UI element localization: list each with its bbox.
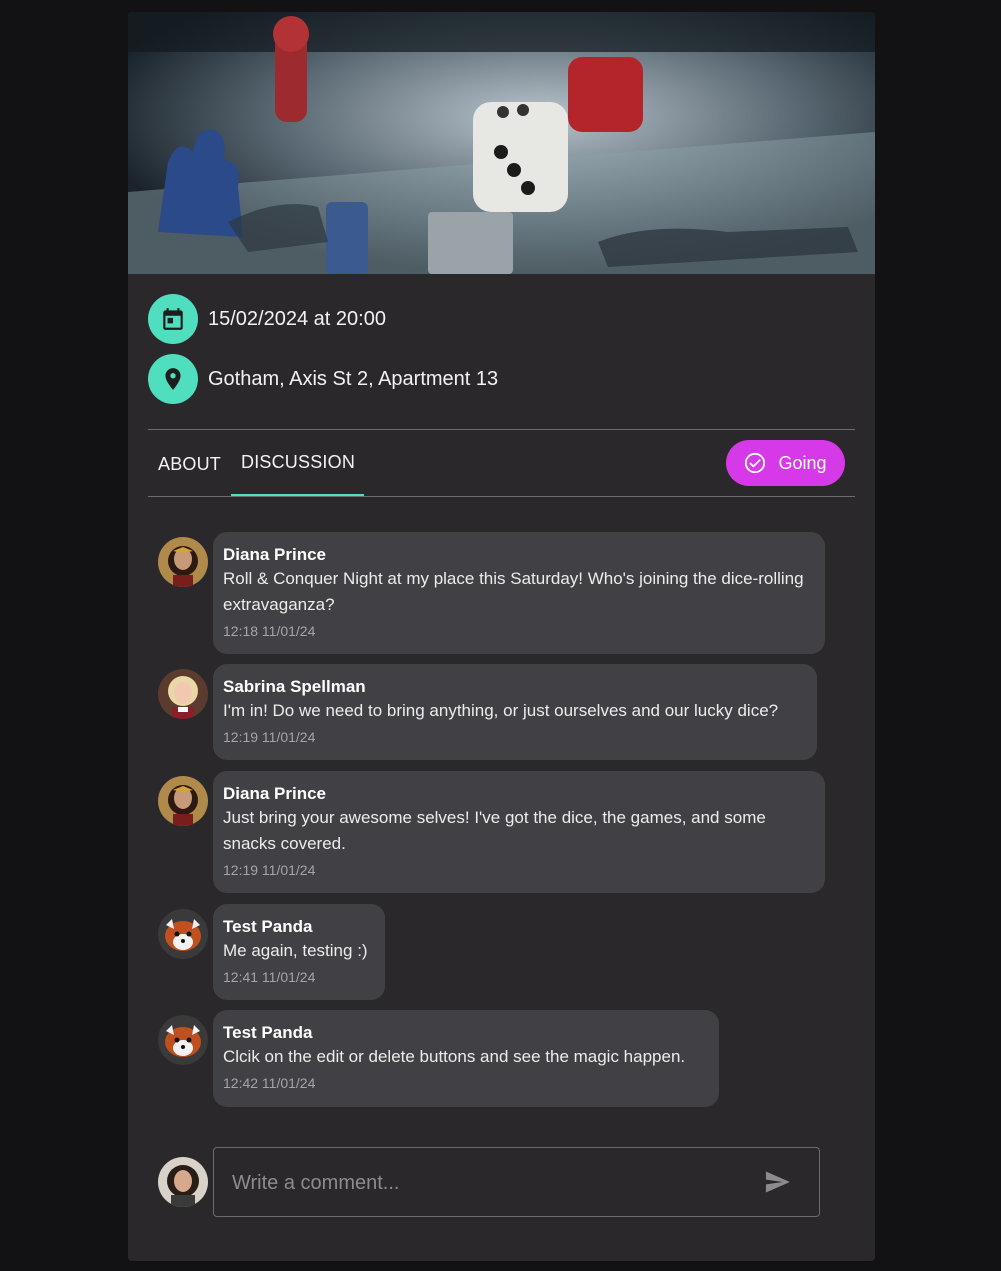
event-date-row: 15/02/2024 at 20:00 [148, 294, 386, 344]
comment-author[interactable]: Test Panda [223, 916, 375, 938]
comment-author[interactable]: Diana Prince [223, 783, 815, 805]
comment-timestamp: 12:19 11/01/24 [223, 729, 316, 745]
avatar-sabrina-spellman[interactable] [158, 669, 208, 719]
going-button[interactable]: Going [726, 440, 845, 486]
comment-text: Me again, testing :) [223, 941, 368, 960]
comment-timestamp: 12:19 11/01/24 [223, 862, 316, 878]
comment-bubble: Test Panda Me again, testing :) 12:41 11… [213, 904, 385, 1000]
comment-composer [213, 1147, 820, 1218]
going-button-label: Going [778, 452, 827, 473]
event-card: 15/02/2024 at 20:00 Gotham, Axis St 2, A… [128, 12, 875, 1261]
comment-timestamp: 12:42 11/01/24 [223, 1075, 316, 1091]
calendar-icon [148, 294, 198, 344]
location-pin-icon [148, 354, 198, 404]
comment-input[interactable] [230, 1148, 754, 1218]
comment-bubble: Diana Prince Just bring your awesome sel… [213, 771, 825, 893]
comment-timestamp: 12:41 11/01/24 [223, 969, 316, 985]
event-location: Gotham, Axis St 2, Apartment 13 [208, 367, 499, 390]
avatar-test-panda[interactable] [158, 1015, 208, 1065]
divider [148, 496, 855, 497]
current-user-avatar[interactable] [158, 1157, 208, 1207]
comment-text: Roll & Conquer Night at my place this Sa… [223, 569, 804, 614]
comment-timestamp: 12:18 11/01/24 [223, 623, 316, 639]
check-circle-icon [745, 452, 766, 474]
divider [148, 429, 855, 430]
comment-text: Clcik on the edit or delete buttons and … [223, 1047, 686, 1066]
comment-text: I'm in! Do we need to bring anything, or… [223, 701, 779, 720]
event-date: 15/02/2024 at 20:00 [208, 307, 386, 330]
comment-author[interactable]: Sabrina Spellman [223, 676, 807, 698]
comment-bubble: Test Panda Clcik on the edit or delete b… [213, 1010, 719, 1107]
comment-author[interactable]: Diana Prince [223, 544, 815, 566]
send-icon[interactable] [762, 1168, 792, 1196]
comment-text: Just bring your awesome selves! I've got… [223, 808, 766, 853]
avatar-test-panda[interactable] [158, 909, 208, 959]
comment-bubble: Sabrina Spellman I'm in! Do we need to b… [213, 664, 817, 760]
tab-discussion[interactable]: DISCUSSION [241, 452, 355, 473]
event-location-row: Gotham, Axis St 2, Apartment 13 [148, 354, 498, 404]
avatar-diana-prince[interactable] [158, 537, 208, 587]
avatar-diana-prince[interactable] [158, 776, 208, 826]
comment-bubble: Diana Prince Roll & Conquer Night at my … [213, 532, 825, 654]
event-cover-image [128, 12, 875, 274]
tab-about[interactable]: ABOUT [158, 454, 221, 475]
comment-author[interactable]: Test Panda [223, 1022, 709, 1044]
